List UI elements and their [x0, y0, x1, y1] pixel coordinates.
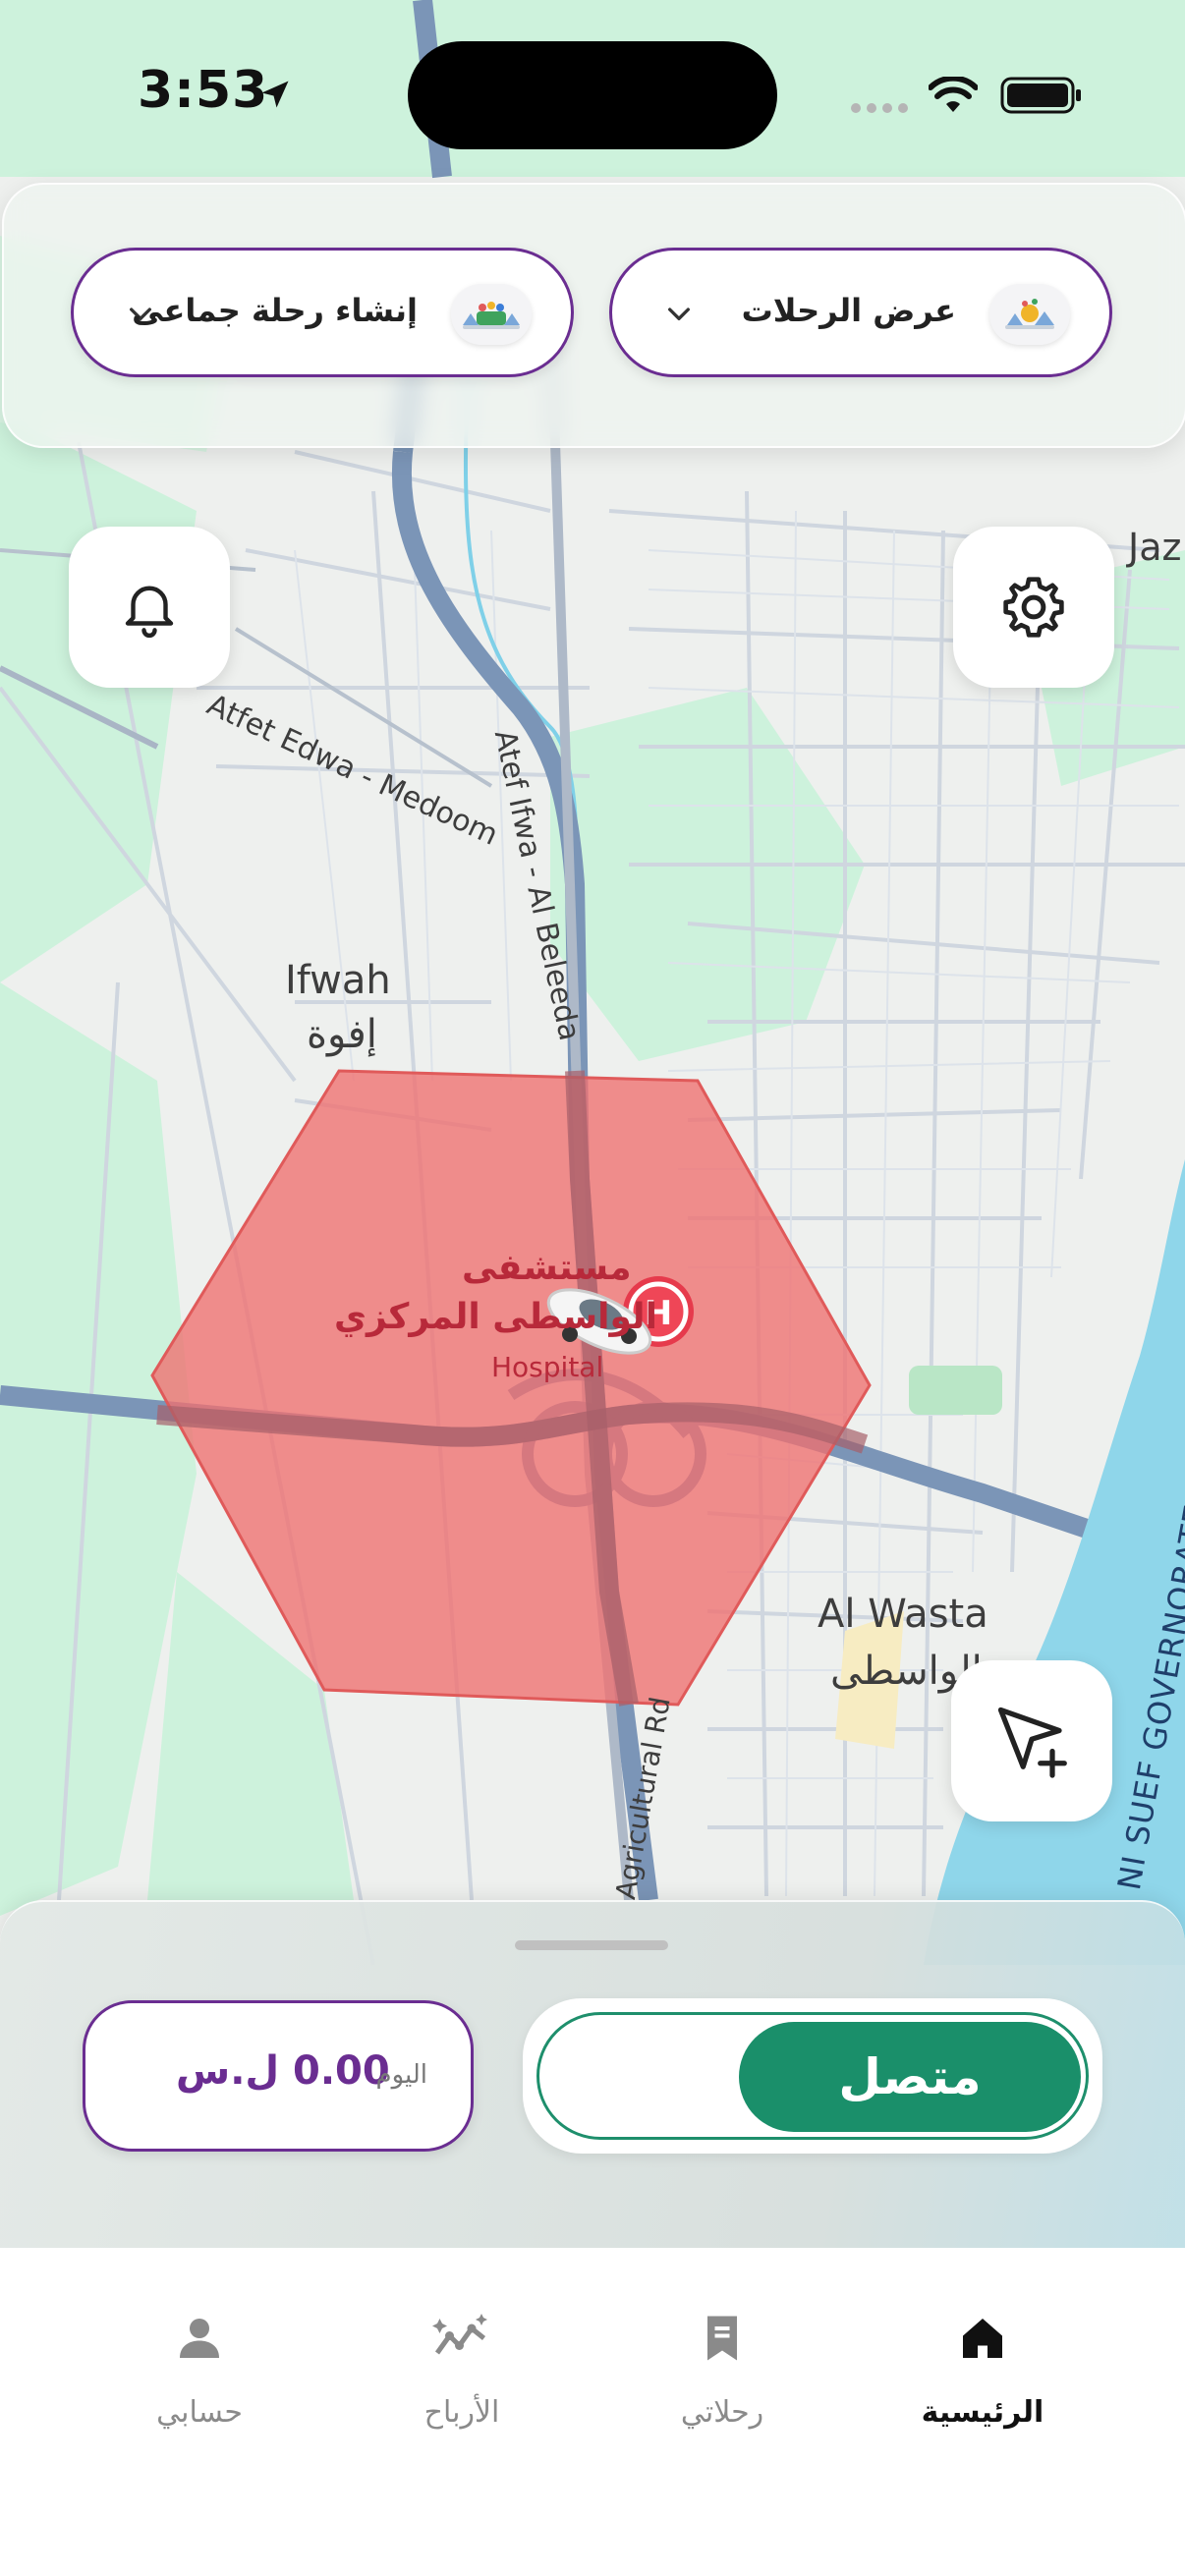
driver-home-screen: H Atfet Edwa - Medoom Atef Ifwa - Al Bel…: [0, 0, 1185, 2576]
tab-account[interactable]: حسابي: [101, 2309, 298, 2466]
map-label-hospital-en: Hospital: [491, 1351, 604, 1383]
map-label-ifwah-en: Ifwah: [285, 958, 391, 1003]
location-arrow-icon: [261, 81, 289, 108]
create-group-trip-label: إنشاء رحلة جماعى: [132, 292, 418, 329]
group-emoji-icon: [451, 284, 532, 345]
battery-icon: [1000, 77, 1081, 114]
tab-earnings[interactable]: الأرباح: [364, 2309, 560, 2466]
gear-icon: [1003, 577, 1064, 638]
tab-my-trips[interactable]: رحلاتي: [624, 2309, 820, 2466]
earnings-label: اليوم: [375, 2060, 427, 2090]
tab-my-trips-label: رحلاتي: [680, 2395, 764, 2430]
map-label-jaz: Jaz: [1128, 526, 1182, 569]
trips-icon: [707, 2316, 737, 2361]
dynamic-island: [408, 41, 777, 149]
chevron-down-icon: [668, 308, 690, 320]
online-status-label: متصل: [838, 2048, 982, 2105]
recenter-location-button[interactable]: [951, 1660, 1112, 1821]
earnings-amount: 0.00 ل.س: [176, 2048, 390, 2094]
tab-earnings-label: الأرباح: [423, 2395, 500, 2430]
home-icon: [963, 2319, 1002, 2358]
map-label-hospital-ar-1: مستشفى: [462, 1248, 632, 1288]
view-trips-button[interactable]: عرض الرحلات: [609, 248, 1112, 377]
tab-home-label: الرئيسية: [921, 2395, 1044, 2430]
today-earnings-card[interactable]: 0.00 ل.س اليوم: [83, 2000, 474, 2152]
notifications-button[interactable]: [69, 527, 230, 688]
map-label-al-wasta-en: Al Wasta: [818, 1592, 988, 1637]
navigation-arrow-icon: [997, 1707, 1067, 1778]
tab-home[interactable]: الرئيسية: [884, 2309, 1081, 2466]
trips-emoji-icon: [989, 284, 1070, 345]
view-trips-label: عرض الرحلات: [741, 292, 956, 329]
bell-icon: [125, 586, 174, 638]
account-icon: [180, 2319, 219, 2358]
map-label-hospital-ar-2: الواسطى المركزي: [334, 1297, 657, 1337]
earnings-icon: [432, 2314, 487, 2355]
status-time: 3:53: [138, 61, 269, 120]
signal-dots-icon: [851, 103, 908, 113]
tab-account-label: حسابي: [156, 2395, 243, 2430]
map-label-ifwah-ar: إفوة: [307, 1012, 377, 1057]
create-group-trip-button[interactable]: إنشاء رحلة جماعى: [71, 248, 574, 377]
wifi-icon: [929, 77, 978, 112]
settings-button[interactable]: [953, 527, 1114, 688]
sheet-drag-handle[interactable]: [515, 1940, 668, 1950]
